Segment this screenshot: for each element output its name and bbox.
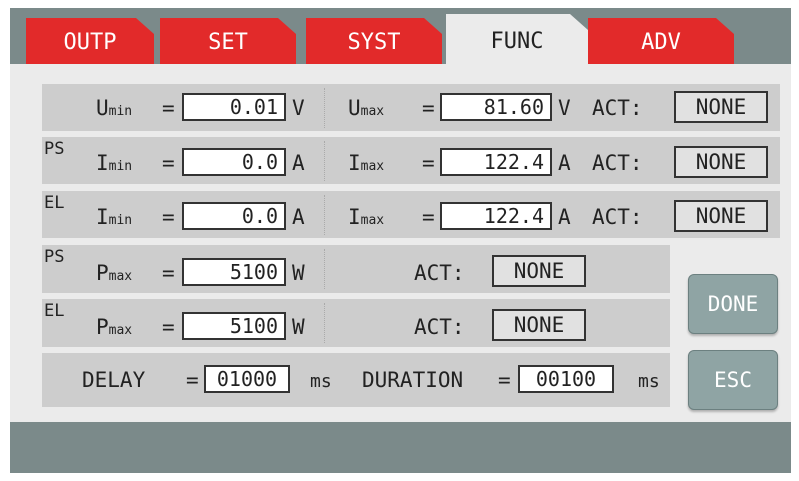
imax-ps-unit: A bbox=[558, 151, 571, 175]
tab-syst[interactable]: SYST bbox=[306, 18, 442, 68]
umax-eq: = bbox=[422, 96, 435, 120]
imin-ps-label: Imin bbox=[96, 151, 133, 175]
power-el-act-select[interactable]: NONE bbox=[492, 309, 586, 341]
imax-el-eq: = bbox=[422, 205, 435, 229]
ps-tag: PS bbox=[44, 139, 65, 159]
umin-unit: V bbox=[292, 96, 305, 120]
tab-func-label: FUNC bbox=[490, 29, 544, 54]
separator bbox=[324, 195, 325, 235]
tab-adv-label: ADV bbox=[641, 30, 681, 55]
duration-label: DURATION bbox=[362, 368, 464, 392]
imax-el-input[interactable]: 122.4 bbox=[440, 202, 552, 230]
imin-el-label: Imin bbox=[96, 205, 133, 229]
current-el-act-select[interactable]: NONE bbox=[674, 200, 768, 232]
func-panel: Umin = 0.01 V Umax = 81.60 V ACT: NONE P… bbox=[10, 64, 791, 422]
pmax-el-eq: = bbox=[162, 315, 175, 339]
tab-syst-label: SYST bbox=[347, 30, 401, 55]
imin-ps-unit: A bbox=[292, 151, 305, 175]
delay-eq: = bbox=[186, 368, 199, 392]
voltage-act-label: ACT: bbox=[592, 96, 643, 120]
tab-func[interactable]: FUNC bbox=[446, 14, 588, 70]
imin-el-unit: A bbox=[292, 205, 305, 229]
current-ps-act-select[interactable]: NONE bbox=[674, 146, 768, 178]
delay-unit: ms bbox=[310, 371, 332, 392]
pmax-el-label: Pmax bbox=[96, 315, 133, 339]
pmax-ps-eq: = bbox=[162, 261, 175, 285]
timing-row: DELAY = 01000 ms DURATION = 00100 ms bbox=[42, 353, 670, 407]
pmax-el-input[interactable]: 5100 bbox=[182, 312, 286, 340]
tab-outp[interactable]: OUTP bbox=[26, 18, 154, 68]
delay-input[interactable]: 01000 bbox=[204, 365, 290, 393]
done-button[interactable]: DONE bbox=[688, 274, 778, 334]
power-el-row: EL Pmax = 5100 W ACT: NONE bbox=[42, 299, 670, 347]
imax-ps-label: Imax bbox=[348, 151, 385, 175]
duration-eq: = bbox=[498, 368, 511, 392]
imax-ps-input[interactable]: 122.4 bbox=[440, 148, 552, 176]
el-tag: EL bbox=[44, 301, 65, 321]
delay-label: DELAY bbox=[82, 368, 146, 392]
current-ps-act-label: ACT: bbox=[592, 151, 643, 175]
pmax-el-unit: W bbox=[292, 315, 305, 339]
separator bbox=[324, 303, 325, 343]
esc-button[interactable]: ESC bbox=[688, 350, 778, 410]
umin-eq: = bbox=[162, 96, 175, 120]
power-ps-row: PS Pmax = 5100 W ACT: NONE bbox=[42, 245, 670, 293]
umax-input[interactable]: 81.60 bbox=[440, 93, 552, 121]
separator bbox=[324, 249, 325, 289]
imax-ps-eq: = bbox=[422, 151, 435, 175]
tab-set-label: SET bbox=[208, 30, 248, 55]
current-ps-row: PS Imin = 0.0 A Imax = 122.4 A ACT: NONE bbox=[42, 137, 780, 184]
tab-set[interactable]: SET bbox=[160, 18, 296, 68]
el-tag: EL bbox=[44, 193, 65, 213]
power-ps-act-label: ACT: bbox=[414, 261, 465, 285]
imin-ps-input[interactable]: 0.0 bbox=[182, 148, 286, 176]
pmax-ps-unit: W bbox=[292, 261, 305, 285]
imax-el-label: Imax bbox=[348, 205, 385, 229]
voltage-row: Umin = 0.01 V Umax = 81.60 V ACT: NONE bbox=[42, 84, 780, 131]
current-el-act-label: ACT: bbox=[592, 205, 643, 229]
tab-adv[interactable]: ADV bbox=[588, 18, 734, 68]
tab-outp-label: OUTP bbox=[63, 30, 117, 55]
imin-el-eq: = bbox=[162, 205, 175, 229]
umax-label: Umax bbox=[348, 96, 385, 120]
power-el-act-label: ACT: bbox=[414, 315, 465, 339]
duration-unit: ms bbox=[638, 371, 660, 392]
umax-unit: V bbox=[558, 96, 571, 120]
screen: OUTP SET SYST FUNC ADV Umin = 0.01 V Uma… bbox=[10, 8, 791, 473]
umin-input[interactable]: 0.01 bbox=[182, 93, 286, 121]
voltage-act-select[interactable]: NONE bbox=[674, 91, 768, 123]
imin-el-input[interactable]: 0.0 bbox=[182, 202, 286, 230]
pmax-ps-label: Pmax bbox=[96, 261, 133, 285]
imax-el-unit: A bbox=[558, 205, 571, 229]
separator bbox=[324, 88, 325, 128]
duration-input[interactable]: 00100 bbox=[518, 365, 614, 393]
umin-label: Umin bbox=[96, 96, 133, 120]
imin-ps-eq: = bbox=[162, 151, 175, 175]
pmax-ps-input[interactable]: 5100 bbox=[182, 258, 286, 286]
separator bbox=[324, 141, 325, 181]
current-el-row: EL Imin = 0.0 A Imax = 122.4 A ACT: NONE bbox=[42, 191, 780, 238]
power-ps-act-select[interactable]: NONE bbox=[492, 255, 586, 287]
ps-tag: PS bbox=[44, 247, 65, 267]
